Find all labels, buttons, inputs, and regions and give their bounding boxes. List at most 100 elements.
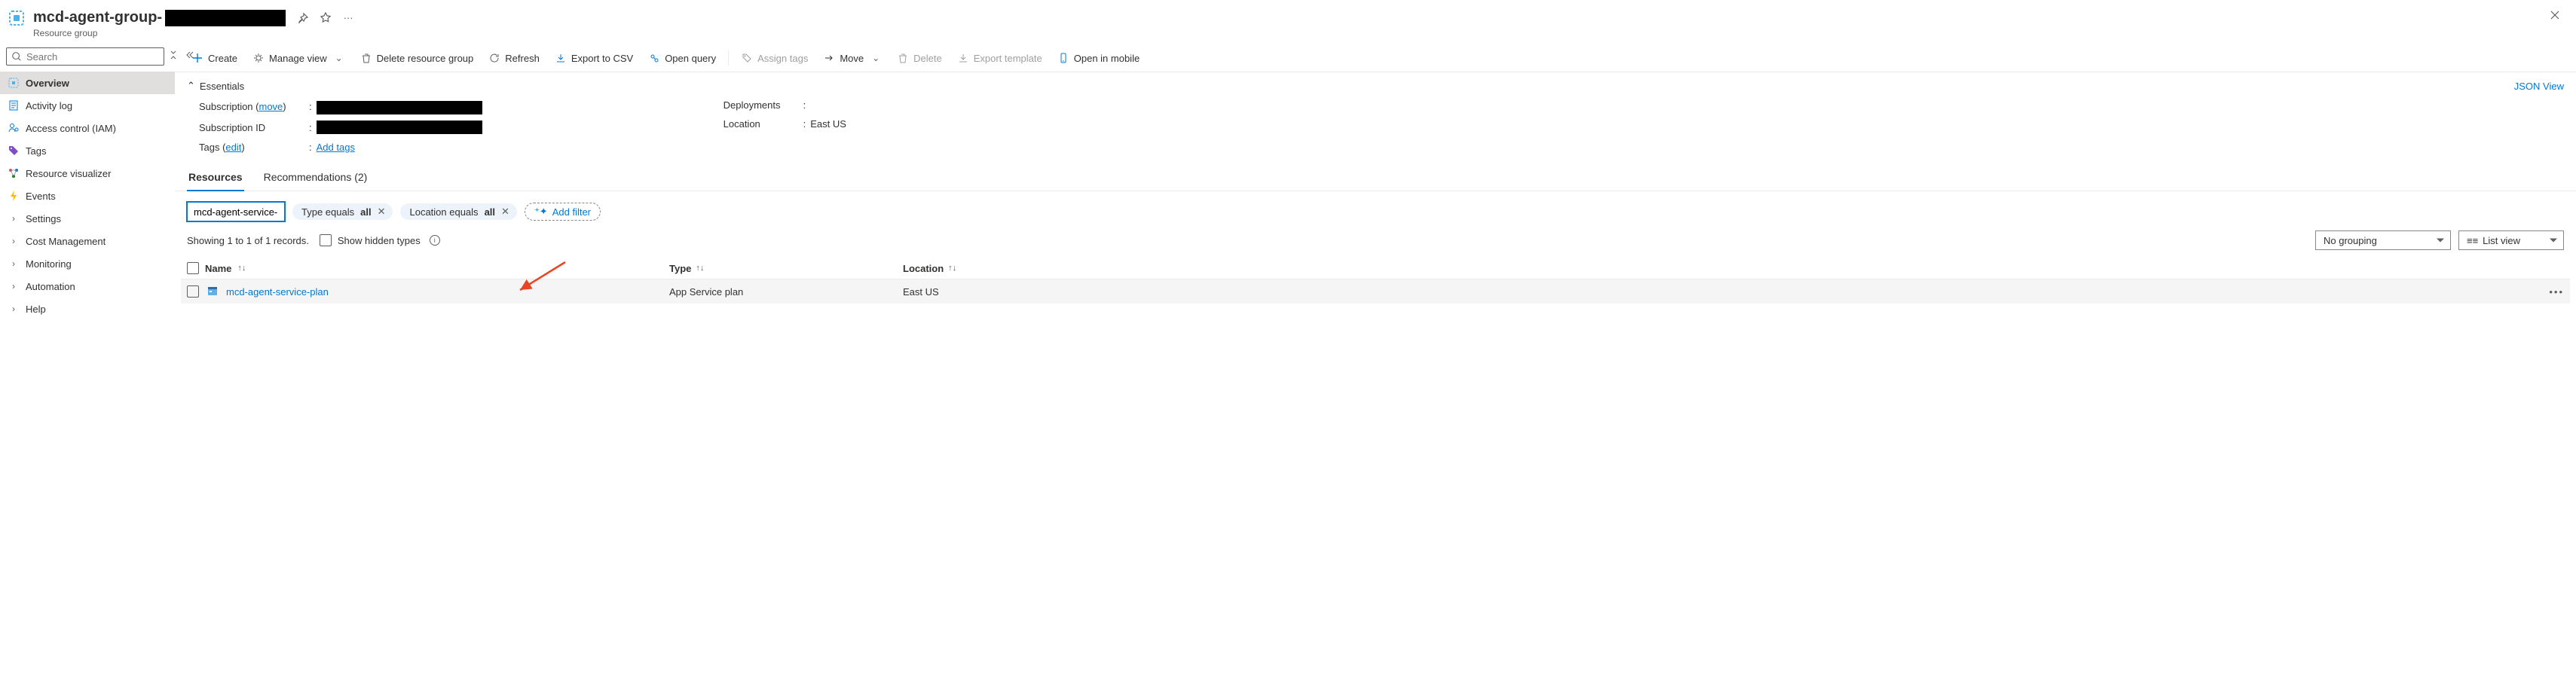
add-tags-link[interactable]: Add tags: [317, 142, 355, 153]
manage-view-button[interactable]: Manage view⌄: [246, 49, 351, 67]
view-dropdown[interactable]: ≡≡List view: [2458, 230, 2564, 250]
essentials-toggle[interactable]: ⌃ Essentials JSON View: [187, 77, 2564, 95]
plus-icon: [191, 52, 203, 64]
subscription-redacted: [317, 101, 482, 114]
download-icon: [957, 52, 969, 64]
delete-rg-button[interactable]: Delete resource group: [354, 49, 480, 67]
subscription-move-link[interactable]: move: [259, 101, 283, 112]
gear-icon: [252, 52, 265, 64]
nav-activity-log[interactable]: Activity log: [0, 94, 175, 117]
toolbar-label: Assign tags: [757, 53, 808, 64]
resource-filter-input[interactable]: [187, 202, 285, 221]
essentials-colon: :: [803, 99, 806, 111]
nav-label: Help: [26, 304, 46, 315]
nav-iam[interactable]: Access control (IAM): [0, 117, 175, 139]
refresh-icon: [488, 52, 500, 64]
page-header: mcd-agent-group- ··· Resource group: [0, 0, 2576, 44]
nav-events[interactable]: Events: [0, 185, 175, 207]
resources-table: Name ↑↓ Type ↑↓ Location ↑↓ mcd-agent-servi…: [181, 258, 2570, 304]
row-more-icon[interactable]: •••: [2549, 286, 2564, 298]
star-icon[interactable]: [319, 11, 332, 25]
toolbar-label: Move: [840, 53, 864, 64]
tab-resources[interactable]: Resources: [187, 166, 244, 191]
table-row[interactable]: mcd-agent-service-plan App Service plan …: [181, 279, 2570, 304]
resource-type: App Service plan: [669, 286, 903, 298]
nav-overview[interactable]: Overview: [0, 72, 175, 94]
resource-name-link[interactable]: mcd-agent-service-plan: [226, 286, 329, 298]
essentials-colon: :: [309, 101, 312, 112]
remove-filter-icon[interactable]: ✕: [378, 206, 386, 218]
essentials-colon: :: [309, 142, 312, 153]
tags-label: Tags (edit): [199, 142, 304, 153]
pin-icon[interactable]: [296, 11, 310, 25]
toolbar-label: Export template: [974, 53, 1042, 64]
more-icon[interactable]: ···: [341, 11, 355, 25]
nav-label: Monitoring: [26, 258, 72, 270]
toolbar-label: Delete resource group: [377, 53, 474, 64]
create-button[interactable]: Create: [185, 49, 243, 67]
filter-pill-location[interactable]: Location equals all✕: [400, 203, 516, 220]
nav-label: Access control (IAM): [26, 123, 116, 134]
subscription-id-redacted: [317, 121, 482, 134]
assign-tags-button: Assign tags: [735, 49, 814, 67]
nav-label: Automation: [26, 281, 75, 292]
remove-filter-icon[interactable]: ✕: [501, 206, 509, 218]
export-csv-button[interactable]: Export to CSV: [549, 49, 639, 67]
main-content: Create Manage view⌄ Delete resource grou…: [175, 44, 2576, 699]
location-label: Location: [724, 118, 799, 130]
close-icon[interactable]: [2549, 9, 2564, 24]
checkbox-icon: [320, 234, 332, 246]
col-type[interactable]: Type: [669, 263, 691, 274]
col-name[interactable]: Name: [205, 263, 231, 274]
open-query-button[interactable]: Open query: [642, 49, 722, 67]
toolbar-label: Refresh: [505, 53, 540, 64]
row-checkbox[interactable]: [187, 285, 199, 298]
essentials-label: Essentials: [200, 81, 244, 92]
sidebar-search-input[interactable]: [26, 51, 159, 63]
json-view-link[interactable]: JSON View: [2514, 81, 2564, 92]
chevron-up-icon: ⌃: [187, 80, 195, 92]
essentials-colon: :: [309, 122, 312, 133]
info-icon[interactable]: i: [430, 235, 440, 246]
move-button[interactable]: Move⌄: [817, 49, 888, 67]
export-template-button: Export template: [951, 49, 1048, 67]
chevron-right-icon: ›: [8, 304, 20, 314]
tags-icon: [8, 145, 20, 157]
filters-bar: Type equals all✕ Location equals all✕ ⁺✦…: [175, 191, 2576, 227]
nav-help[interactable]: › Help: [0, 298, 175, 320]
app-service-plan-icon: [207, 285, 219, 298]
refresh-button[interactable]: Refresh: [482, 49, 546, 67]
nav-monitoring[interactable]: › Monitoring: [0, 252, 175, 275]
sidebar: Overview Activity log Access control (IA…: [0, 44, 175, 699]
subscription-label: Subscription (move): [199, 101, 304, 112]
table-header: Name ↑↓ Type ↑↓ Location ↑↓: [181, 258, 2570, 279]
title-redacted: [165, 10, 286, 26]
log-icon: [8, 99, 20, 111]
nav-visualizer[interactable]: Resource visualizer: [0, 162, 175, 185]
add-filter-button[interactable]: ⁺✦Add filter: [525, 203, 601, 221]
nav-tags[interactable]: Tags: [0, 139, 175, 162]
nav-automation[interactable]: › Automation: [0, 275, 175, 298]
sort-icon[interactable]: ↑↓: [696, 264, 704, 273]
resource-group-icon: [8, 9, 26, 27]
nav-label: Activity log: [26, 100, 72, 111]
select-all-checkbox[interactable]: [187, 262, 199, 274]
open-mobile-button[interactable]: Open in mobile: [1051, 49, 1146, 67]
toolbar-separator: [728, 50, 729, 66]
show-hidden-checkbox[interactable]: Show hidden types i: [320, 234, 440, 246]
sort-icon[interactable]: ↑↓: [948, 264, 956, 273]
mobile-icon: [1057, 52, 1069, 64]
tags-edit-link[interactable]: edit: [225, 142, 241, 153]
records-summary-row: Showing 1 to 1 of 1 records. Show hidden…: [175, 227, 2576, 258]
nav-label: Overview: [26, 78, 69, 89]
filter-pill-type[interactable]: Type equals all✕: [292, 203, 393, 220]
location-value: East US: [810, 118, 846, 130]
tab-recommendations[interactable]: Recommendations (2): [262, 166, 369, 191]
sort-icon[interactable]: ↑↓: [237, 264, 246, 273]
grouping-dropdown[interactable]: No grouping: [2315, 230, 2451, 250]
nav-label: Tags: [26, 145, 46, 157]
col-location[interactable]: Location: [903, 263, 944, 274]
nav-cost[interactable]: › Cost Management: [0, 230, 175, 252]
nav-settings[interactable]: › Settings: [0, 207, 175, 230]
sidebar-search[interactable]: [6, 47, 164, 66]
